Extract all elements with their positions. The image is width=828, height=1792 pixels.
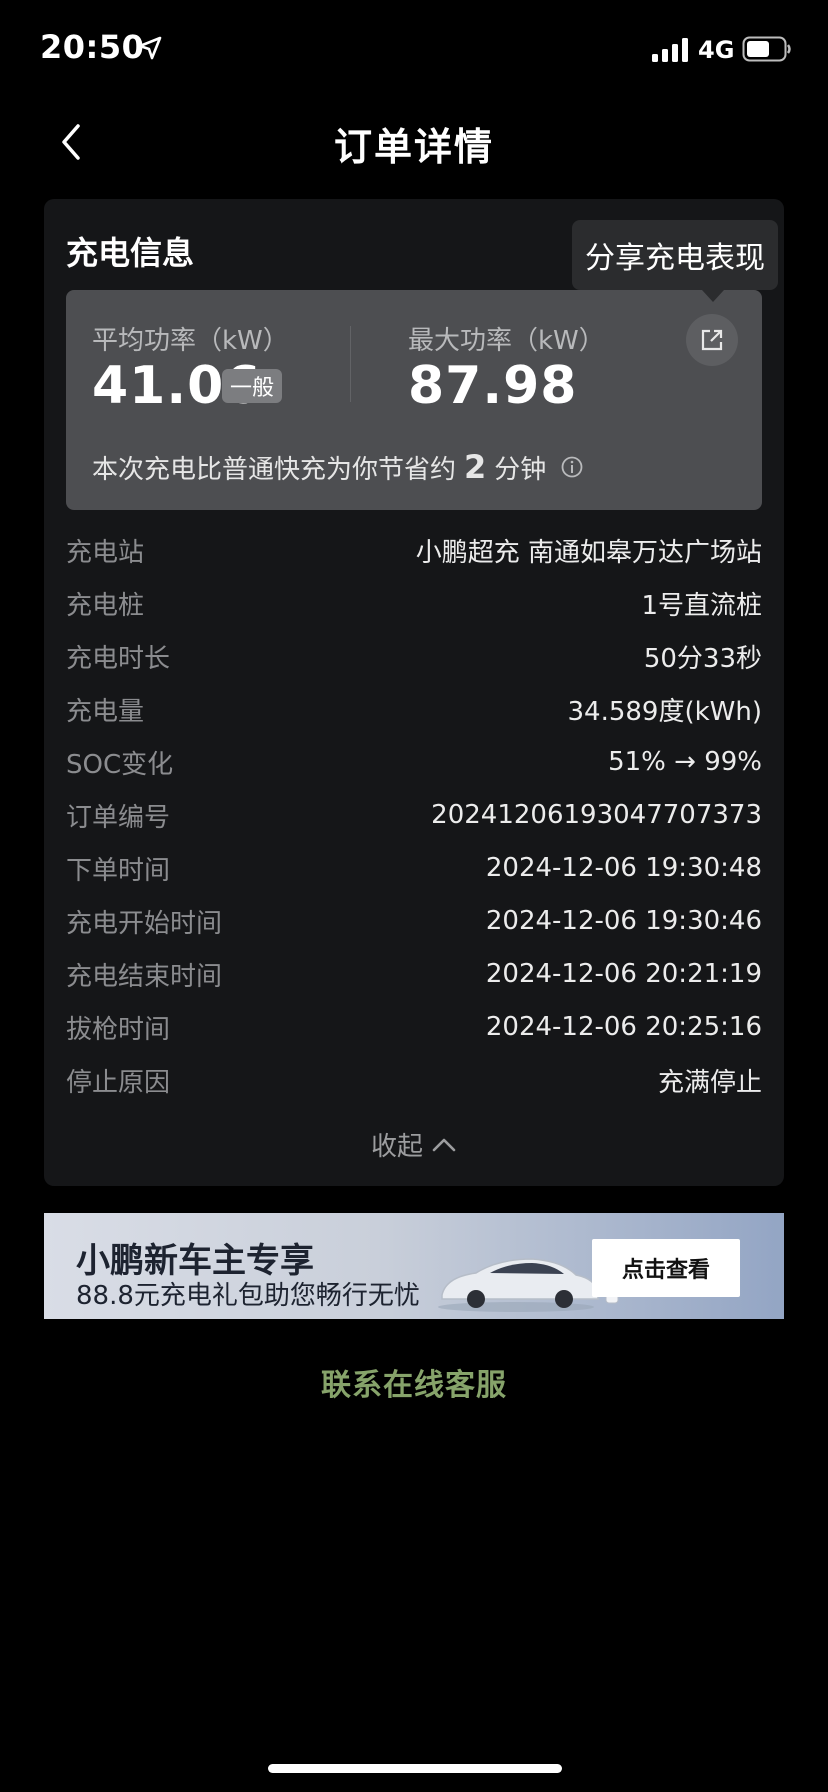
- detail-label: 充电结束时间: [66, 961, 223, 992]
- saving-prefix: 本次充电比普通快充为你节省约: [92, 454, 457, 485]
- detail-label: SOC变化: [66, 749, 174, 780]
- time-saving-note: 本次充电比普通快充为你节省约 2 分钟: [92, 448, 584, 486]
- tooltip-arrow: [702, 290, 724, 302]
- detail-value: 2024-12-06 20:25:16: [485, 1012, 762, 1042]
- share-tooltip: 分享充电表现: [572, 220, 778, 290]
- detail-label: 充电桩: [66, 590, 145, 621]
- detail-label: 停止原因: [66, 1067, 171, 1098]
- detail-value: 1号直流桩: [641, 590, 762, 621]
- detail-label: 充电时长: [66, 643, 171, 674]
- page-title: 订单详情: [333, 125, 494, 169]
- detail-label: 充电开始时间: [66, 908, 223, 939]
- detail-label: 充电站: [66, 537, 145, 568]
- detail-row-station: 充电站 小鹏超充 南通如皋万达广场站: [66, 530, 762, 570]
- banner-subtitle: 88.8元充电礼包助您畅行无忧: [76, 1281, 420, 1311]
- cellular-signal-icon: [652, 38, 688, 62]
- detail-row-order-no: 订单编号 20241206193047707373: [66, 795, 762, 835]
- saving-suffix: 分钟: [494, 454, 547, 485]
- detail-value: 2024-12-06 20:21:19: [485, 959, 762, 989]
- detail-row-soc: SOC变化 51% → 99%: [66, 742, 762, 782]
- max-power-label: 最大功率（kW）: [408, 326, 605, 356]
- banner-view-button[interactable]: 点击查看: [592, 1239, 740, 1297]
- collapse-button[interactable]: 收起: [0, 1126, 828, 1163]
- detail-value: 2024-12-06 19:30:48: [485, 853, 762, 883]
- detail-value: 充满停止: [657, 1067, 762, 1098]
- detail-row-energy: 充电量 34.589度(kWh): [66, 689, 762, 729]
- detail-row-end-time: 充电结束时间 2024-12-06 20:21:19: [66, 954, 762, 994]
- detail-row-unplug-time: 拔枪时间 2024-12-06 20:25:16: [66, 1007, 762, 1047]
- section-title: 充电信息: [66, 234, 195, 272]
- detail-row-duration: 充电时长 50分33秒: [66, 636, 762, 676]
- status-time: 20:50: [40, 28, 145, 66]
- detail-label: 充电量: [66, 696, 145, 727]
- network-type: 4G: [698, 36, 735, 64]
- avg-power-label: 平均功率（kW）: [92, 326, 289, 356]
- max-power-value: 87.98: [408, 356, 578, 416]
- detail-value: 20241206193047707373: [431, 800, 762, 830]
- detail-row-start-time: 充电开始时间 2024-12-06 19:30:46: [66, 901, 762, 941]
- detail-value: 2024-12-06 19:30:46: [485, 906, 762, 936]
- detail-row-stop-reason: 停止原因 充满停止: [66, 1060, 762, 1100]
- share-icon: [701, 329, 723, 351]
- detail-label: 拔枪时间: [66, 1014, 171, 1045]
- contact-service-link[interactable]: 联系在线客服: [0, 1360, 828, 1404]
- detail-label: 订单编号: [66, 802, 171, 833]
- battery-icon: [742, 36, 791, 62]
- saving-minutes: 2: [464, 448, 487, 486]
- collapse-label: 收起: [370, 1132, 423, 1162]
- detail-row-order-time: 下单时间 2024-12-06 19:30:48: [66, 848, 762, 888]
- detail-value: 小鹏超充 南通如皋万达广场站: [415, 537, 762, 568]
- home-indicator: [268, 1764, 562, 1773]
- stats-divider: [350, 326, 351, 402]
- detail-value: 50分33秒: [643, 643, 762, 674]
- detail-row-pile: 充电桩 1号直流桩: [66, 583, 762, 623]
- promo-banner[interactable]: 小鹏新车主专享 88.8元充电礼包助您畅行无忧 点击查看: [44, 1213, 784, 1319]
- chevron-up-icon: [432, 1138, 456, 1151]
- power-level-badge: 一般: [222, 369, 282, 403]
- info-icon[interactable]: [560, 455, 584, 479]
- detail-value: 51% → 99%: [608, 747, 762, 777]
- detail-label: 下单时间: [66, 855, 171, 886]
- detail-value: 34.589度(kWh): [567, 696, 762, 727]
- share-button[interactable]: [686, 314, 738, 366]
- location-arrow-icon: [138, 36, 162, 60]
